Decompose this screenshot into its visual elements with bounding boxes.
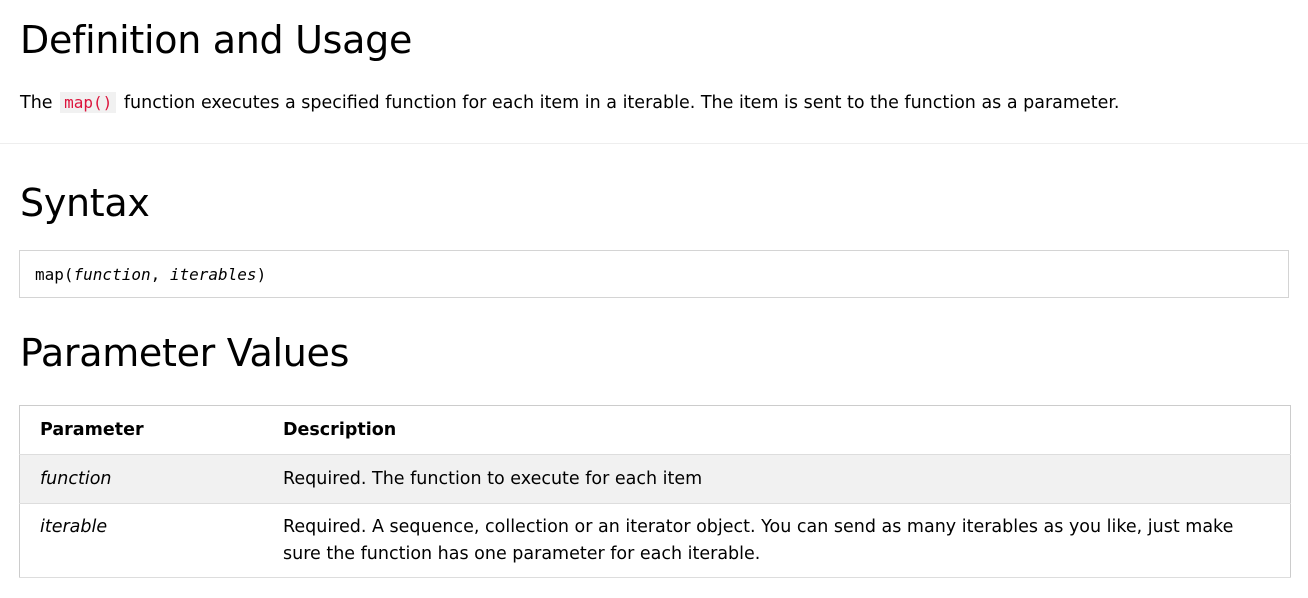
param-name: iterable <box>40 517 108 537</box>
header-description: Description <box>283 420 397 440</box>
param-description: Required. The function to execute for ea… <box>283 469 703 489</box>
page: Definition and Usage The map() function … <box>0 0 1308 598</box>
table-row: iterable Required. A sequence, collectio… <box>19 504 1291 578</box>
syntax-separator: , <box>150 265 170 284</box>
table-row: function Required. The function to execu… <box>19 454 1291 504</box>
syntax-arg-iterables: iterables <box>169 265 257 284</box>
syntax-arg-function: function <box>73 265 151 284</box>
definition-heading: Definition and Usage <box>20 18 413 62</box>
param-name: function <box>40 469 112 489</box>
param-description: Required. A sequence, collection or an i… <box>283 517 1234 564</box>
intro-before: The <box>20 93 53 113</box>
inline-code-map: map() <box>60 92 117 113</box>
section-divider <box>0 143 1308 144</box>
header-parameter: Parameter <box>40 420 144 440</box>
parameter-table: Parameter Description function Required.… <box>19 405 1291 578</box>
definition-text: The map() function executes a specified … <box>20 91 1120 115</box>
syntax-code-box: map(function, iterables) <box>19 250 1289 298</box>
syntax-code: map(function, iterables) <box>35 265 266 284</box>
parameter-values-heading: Parameter Values <box>20 331 350 375</box>
intro-after: function executes a specified function f… <box>123 93 1120 113</box>
syntax-suffix: ) <box>256 265 267 284</box>
syntax-heading: Syntax <box>20 181 150 225</box>
table-header-row: Parameter Description <box>19 406 1291 455</box>
syntax-prefix: map( <box>35 265 74 284</box>
